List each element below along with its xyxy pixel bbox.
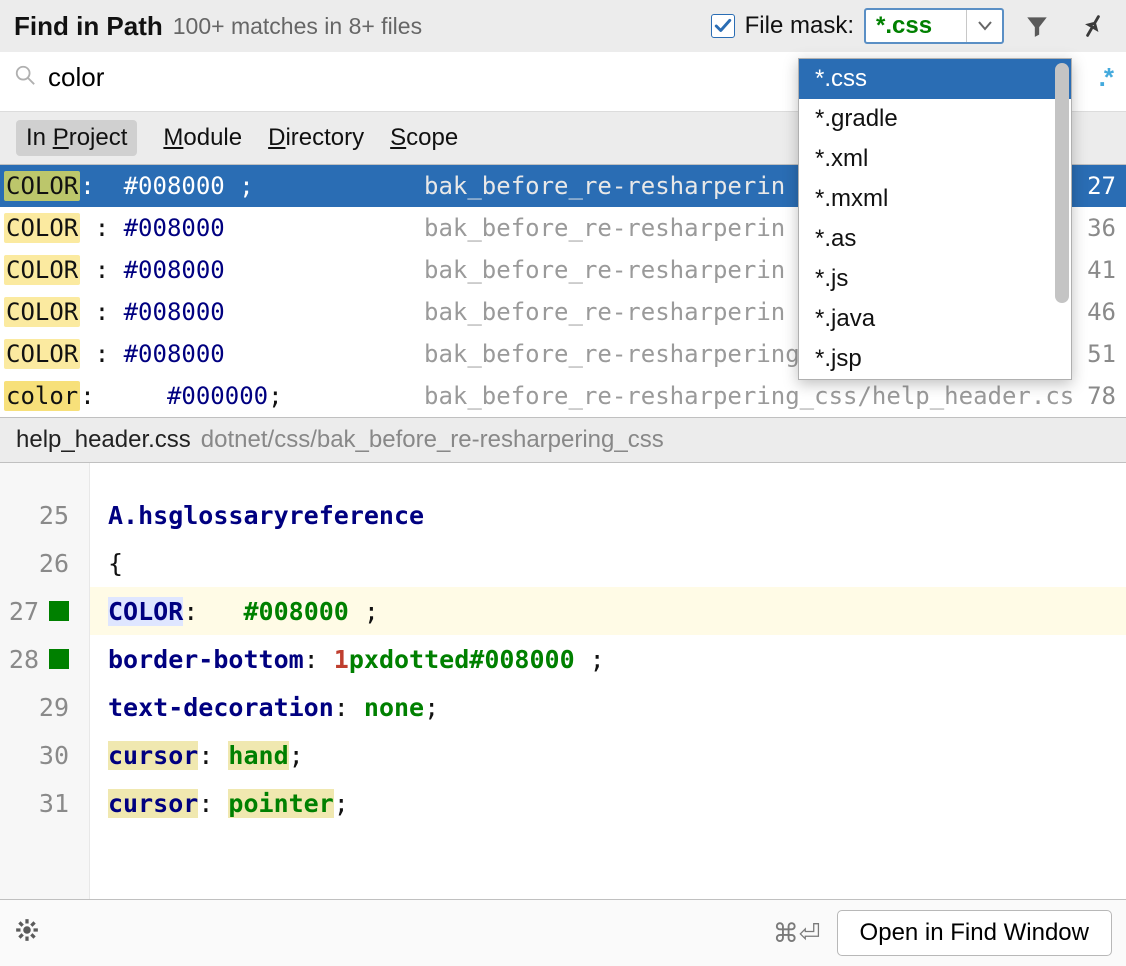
code-area[interactable]: A.hsglossaryreference { COLOR: #008000 ;… [90,463,1126,899]
pin-icon[interactable] [1067,3,1120,49]
regex-icon[interactable]: .* [1099,62,1112,93]
scope-scope[interactable]: Scope [390,124,458,152]
dropdown-option[interactable]: *.java [799,299,1071,339]
result-path: bak_before_re-resharpering_css/help_head… [424,382,1072,410]
dropdown-scrollbar[interactable] [1055,63,1069,303]
preview-header: help_header.css dotnet/css/bak_before_re… [0,417,1126,463]
color-swatch-icon [49,649,69,669]
keyboard-shortcut: ⌘⏎ [773,918,821,949]
scope-directory[interactable]: Directory [268,124,364,152]
result-line: 51 [1072,340,1116,368]
file-mask-label: File mask: [745,12,854,40]
file-mask-select[interactable]: *.css [864,8,1004,44]
dialog-footer: ⌘⏎ Open in Find Window [0,899,1126,966]
settings-icon[interactable] [14,917,40,950]
match-count: 100+ matches in 8+ files [173,13,422,40]
result-line: 41 [1072,256,1116,284]
file-mask-checkbox[interactable] [711,14,735,38]
scope-module[interactable]: Module [163,124,242,152]
filter-icon[interactable] [1014,13,1060,39]
dropdown-option[interactable]: *.css [799,59,1071,99]
search-icon [14,64,36,92]
file-mask-value: *.css [866,10,966,42]
dropdown-option[interactable]: *.js [799,259,1071,299]
dropdown-option[interactable]: *.jsp [799,339,1071,379]
result-row[interactable]: color: #000000; bak_before_re-resharperi… [0,375,1126,417]
color-swatch-icon [49,601,69,621]
dropdown-option[interactable]: *.xml [799,139,1071,179]
preview-file-name: help_header.css [16,426,191,454]
scope-in-project[interactable]: In Project [16,120,137,156]
result-line: 27 [1072,172,1116,200]
file-mask-dropdown[interactable]: *.css *.gradle *.xml *.mxml *.as *.js *.… [798,58,1072,380]
dropdown-option[interactable]: *.mxml [799,179,1071,219]
result-line: 78 [1072,382,1116,410]
dialog-title: Find in Path [14,11,163,42]
dropdown-option[interactable]: *.gradle [799,99,1071,139]
preview-file-path: dotnet/css/bak_before_re-resharpering_cs… [201,426,664,454]
code-preview: 25 26 27 28 29 30 31 A.hsglossaryreferen… [0,463,1126,899]
open-in-find-window-button[interactable]: Open in Find Window [837,910,1112,956]
file-mask-dropdown-button[interactable] [966,10,1002,42]
result-line: 46 [1072,298,1116,326]
result-line: 36 [1072,214,1116,242]
dialog-header: Find in Path 100+ matches in 8+ files Fi… [0,0,1126,52]
gutter: 25 26 27 28 29 30 31 [0,463,90,899]
dropdown-option[interactable]: *.as [799,219,1071,259]
